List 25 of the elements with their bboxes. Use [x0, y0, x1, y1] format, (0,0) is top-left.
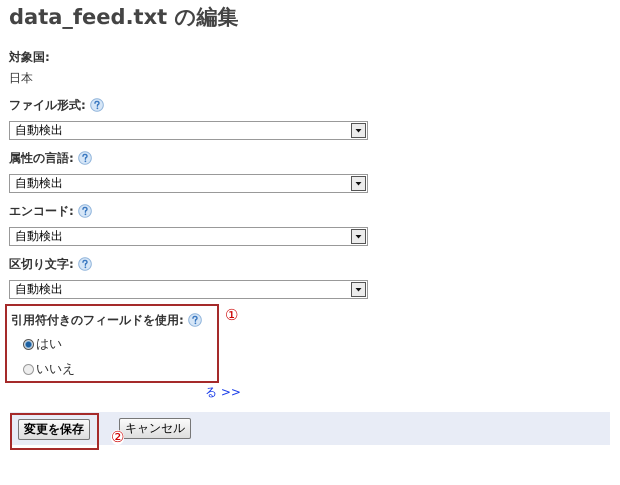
radio-label: はい — [36, 336, 62, 353]
dropdown[interactable]: 自動検出 — [9, 174, 368, 193]
field-label: ファイル形式: — [9, 96, 86, 114]
advanced-settings-link[interactable]: る >> — [205, 385, 241, 399]
page-title: data_feed.txt の編集 — [9, 4, 240, 31]
help-icon[interactable] — [78, 151, 92, 165]
field-label: エンコード: — [9, 202, 74, 220]
field-value: 日本 — [9, 70, 34, 87]
dropdown[interactable]: 自動検出 — [9, 227, 368, 246]
radio-button[interactable] — [23, 338, 34, 350]
help-icon[interactable] — [90, 98, 104, 112]
dropdown[interactable]: 自動検出 — [9, 280, 368, 299]
field-label: 対象国: — [9, 49, 51, 66]
radio-label: いいえ — [36, 361, 75, 378]
radio-button[interactable] — [23, 364, 34, 374]
field-label: 引用符付きのフィールドを使用: — [11, 312, 184, 328]
help-icon[interactable] — [78, 257, 92, 271]
help-icon[interactable] — [78, 204, 92, 218]
help-icon[interactable] — [188, 313, 202, 327]
field-label: 属性の言語: — [9, 150, 74, 166]
dropdown[interactable]: 自動検出 — [9, 121, 368, 140]
callout-number: ② — [111, 430, 124, 445]
save-button[interactable]: 変更を保存 — [18, 419, 90, 440]
callout-number: ① — [225, 306, 238, 324]
field-label: 区切り文字: — [9, 256, 74, 272]
